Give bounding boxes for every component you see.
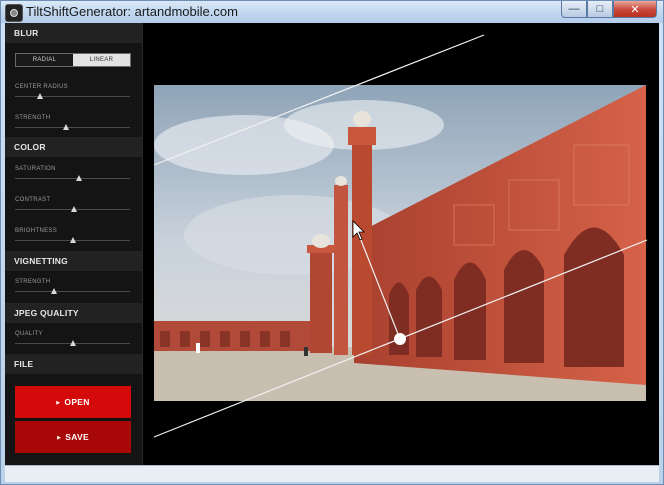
slider-thumb[interactable] bbox=[37, 93, 44, 99]
blur-mode-toggle[interactable]: RADIAL LINEAR bbox=[15, 53, 131, 67]
linear-option[interactable]: LINEAR bbox=[73, 54, 130, 66]
camera-icon[interactable] bbox=[5, 4, 23, 22]
center-radius-slider[interactable] bbox=[15, 93, 130, 99]
open-button[interactable]: ▶ OPEN bbox=[15, 386, 131, 418]
preview-canvas[interactable] bbox=[143, 23, 659, 465]
jpeg-quality-header: JPEG QUALITY bbox=[5, 303, 142, 323]
blur-header: BLUR bbox=[5, 23, 142, 43]
client-area: BLUR RADIAL LINEAR CENTER RADIUS STRENGT… bbox=[5, 23, 659, 465]
quality-label: QUALITY bbox=[15, 331, 43, 337]
open-button-label: OPEN bbox=[64, 397, 90, 407]
vignetting-strength-slider[interactable] bbox=[15, 288, 130, 294]
radial-option[interactable]: RADIAL bbox=[16, 54, 73, 66]
blur-strength-label: STRENGTH bbox=[15, 115, 51, 121]
saturation-slider[interactable] bbox=[15, 175, 130, 181]
title-bar[interactable]: TiltShiftGenerator: artandmobile.com — □… bbox=[1, 1, 663, 23]
contrast-label: CONTRAST bbox=[15, 197, 51, 203]
triangle-right-icon: ▶ bbox=[56, 399, 61, 406]
pointer-arrow-icon bbox=[352, 220, 365, 241]
window-controls: — □ ✕ bbox=[561, 1, 657, 19]
slider-thumb[interactable] bbox=[76, 175, 83, 181]
app-window: TiltShiftGenerator: artandmobile.com — □… bbox=[0, 0, 664, 485]
settings-sidebar: BLUR RADIAL LINEAR CENTER RADIUS STRENGT… bbox=[5, 23, 143, 465]
slider-thumb[interactable] bbox=[62, 124, 69, 130]
contrast-slider[interactable] bbox=[15, 206, 130, 212]
vignetting-header: VIGNETTING bbox=[5, 251, 142, 271]
save-button[interactable]: ▶ SAVE bbox=[15, 421, 131, 453]
quality-slider[interactable] bbox=[15, 340, 130, 346]
close-button[interactable]: ✕ bbox=[613, 1, 657, 18]
slider-thumb[interactable] bbox=[51, 288, 58, 294]
window-title: TiltShiftGenerator: artandmobile.com bbox=[26, 4, 238, 19]
upper-guide-line[interactable] bbox=[153, 34, 485, 166]
rotation-handle-line[interactable] bbox=[354, 224, 401, 340]
brightness-slider[interactable] bbox=[15, 237, 130, 243]
slider-thumb[interactable] bbox=[69, 340, 76, 346]
save-button-label: SAVE bbox=[65, 432, 89, 442]
file-header: FILE bbox=[5, 354, 142, 374]
color-header: COLOR bbox=[5, 137, 142, 157]
rotation-handle[interactable] bbox=[394, 333, 406, 345]
tilt-shift-guides[interactable] bbox=[143, 23, 659, 465]
vignetting-strength-label: STRENGTH bbox=[15, 279, 51, 285]
triangle-right-icon: ▶ bbox=[57, 434, 62, 441]
center-radius-label: CENTER RADIUS bbox=[15, 84, 68, 90]
minimize-button[interactable]: — bbox=[561, 1, 587, 18]
slider-thumb[interactable] bbox=[70, 206, 77, 212]
saturation-label: SATURATION bbox=[15, 166, 56, 172]
status-bar bbox=[5, 465, 659, 482]
maximize-button[interactable]: □ bbox=[587, 1, 613, 18]
brightness-label: BRIGHTNESS bbox=[15, 228, 58, 234]
blur-strength-slider[interactable] bbox=[15, 124, 130, 130]
slider-thumb[interactable] bbox=[69, 237, 76, 243]
